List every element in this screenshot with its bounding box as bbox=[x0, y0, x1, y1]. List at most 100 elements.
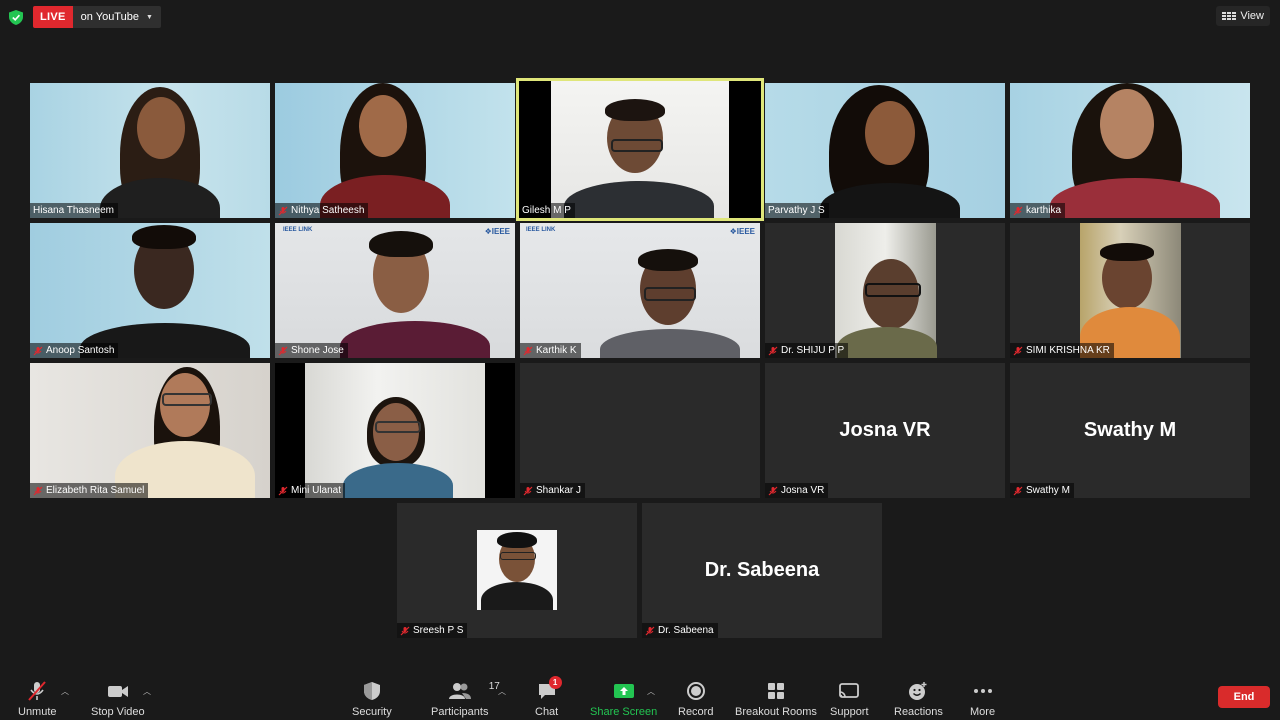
end-meeting-button[interactable]: End bbox=[1218, 686, 1270, 708]
video-tile[interactable]: IEEE LINK ❖IEEE Shone Jose bbox=[275, 223, 515, 358]
unmute-label: Unmute bbox=[18, 706, 57, 718]
mic-muted-icon bbox=[1013, 486, 1023, 495]
participant-name-tag: Shone Jose bbox=[275, 343, 348, 358]
mic-muted-icon bbox=[28, 681, 47, 701]
participant-name: Nithya Satheesh bbox=[291, 205, 365, 216]
participant-name: Dr. Sabeena bbox=[658, 625, 714, 636]
video-tile[interactable]: Hisana Thasneem bbox=[30, 83, 270, 218]
video-tile[interactable]: Mini Ulanat bbox=[275, 363, 515, 498]
glasses bbox=[162, 393, 212, 406]
video-tile[interactable]: Swathy M Swathy M bbox=[1010, 363, 1250, 498]
support-label: Support bbox=[830, 706, 869, 718]
live-badge: LIVE bbox=[33, 6, 73, 28]
participant-display-name: Swathy M bbox=[1083, 419, 1177, 441]
participant-name: SIMI KRISHNA KR bbox=[1026, 345, 1110, 356]
video-tile[interactable]: Parvathy J S bbox=[765, 83, 1005, 218]
participant-name-tag: Josna VR bbox=[765, 483, 829, 498]
video-tile[interactable]: SIMI KRISHNA KR bbox=[1010, 223, 1250, 358]
participant-name-tag: Shankar J bbox=[520, 483, 586, 498]
participant-name-tag: karthika bbox=[1010, 203, 1066, 218]
participant-name: Karthik K bbox=[536, 345, 577, 356]
security-button[interactable]: Security bbox=[352, 680, 392, 718]
participant-name-tag: Karthik K bbox=[520, 343, 581, 358]
record-label: Record bbox=[678, 706, 714, 718]
chevron-up-icon[interactable]: ︿ bbox=[143, 686, 151, 697]
ieee-logo: ❖IEEE bbox=[484, 227, 510, 236]
reactions-smiley-icon bbox=[909, 682, 927, 700]
video-tile[interactable]: Nithya Satheesh bbox=[275, 83, 515, 218]
breakout-rooms-button[interactable]: Breakout Rooms bbox=[735, 680, 817, 718]
participant-name-tag: Sreesh P S bbox=[397, 623, 468, 638]
video-tile[interactable]: Dr. Sabeena Dr. Sabeena bbox=[642, 503, 882, 638]
participant-name: Josna VR bbox=[781, 485, 825, 496]
glasses bbox=[375, 421, 421, 433]
more-dots-icon bbox=[973, 689, 992, 693]
mic-muted-icon bbox=[33, 346, 43, 355]
mic-muted-icon bbox=[278, 486, 288, 495]
mic-muted-icon bbox=[768, 486, 778, 495]
participant-name-tag: SIMI KRISHNA KR bbox=[1010, 343, 1114, 358]
share-screen-icon bbox=[613, 684, 634, 698]
glasses bbox=[865, 283, 921, 297]
participant-name: Gilesh M P bbox=[522, 205, 571, 216]
view-label: View bbox=[1240, 10, 1264, 22]
video-tile[interactable]: IEEE LINK ❖IEEE Karthik K bbox=[520, 223, 760, 358]
mic-muted-icon bbox=[523, 486, 533, 495]
chevron-up-icon[interactable]: ︿ bbox=[498, 686, 506, 697]
mic-muted-icon bbox=[523, 346, 533, 355]
video-tile[interactable]: karthika bbox=[1010, 83, 1250, 218]
participant-name-tag: Anoop Santosh bbox=[30, 343, 119, 358]
live-destination-label: on YouTube bbox=[80, 11, 139, 23]
reactions-button[interactable]: Reactions bbox=[894, 680, 943, 718]
video-camera-icon bbox=[107, 686, 128, 697]
grid-view-icon bbox=[1222, 12, 1237, 20]
more-button[interactable]: More bbox=[970, 680, 995, 718]
chat-unread-badge: 1 bbox=[548, 676, 562, 689]
breakout-rooms-label: Breakout Rooms bbox=[735, 706, 817, 718]
mic-muted-icon bbox=[1013, 346, 1023, 355]
record-button[interactable]: Record bbox=[678, 680, 713, 718]
top-bar: LIVE on YouTube ▼ View bbox=[0, 0, 1280, 34]
security-label: Security bbox=[352, 706, 392, 718]
participant-name-tag: Mini Ulanat bbox=[275, 483, 346, 498]
participant-name-tag: Elizabeth Rita Samuel bbox=[30, 483, 149, 498]
shield-icon bbox=[363, 682, 380, 700]
chevron-down-icon: ▼ bbox=[145, 13, 153, 21]
shield-check-icon[interactable] bbox=[9, 10, 23, 25]
ieee-link-logo: IEEE LINK bbox=[283, 227, 313, 233]
participant-name: Shankar J bbox=[536, 485, 582, 496]
mic-muted-icon bbox=[645, 626, 655, 635]
stop-video-label: Stop Video bbox=[91, 706, 145, 718]
live-stream-indicator[interactable]: LIVE on YouTube ▼ bbox=[33, 6, 161, 28]
profile-picture bbox=[477, 530, 557, 610]
support-button[interactable]: Support bbox=[830, 680, 869, 718]
mic-muted-icon bbox=[1013, 206, 1023, 215]
unmute-button[interactable]: Unmute bbox=[18, 680, 57, 718]
participant-name-tag: Nithya Satheesh bbox=[275, 203, 369, 218]
participant-name-tag: Dr. SHIJU P P bbox=[765, 343, 849, 358]
video-tile[interactable]: Anoop Santosh bbox=[30, 223, 270, 358]
mic-muted-icon bbox=[278, 346, 288, 355]
chevron-up-icon[interactable]: ︿ bbox=[647, 686, 655, 697]
record-icon bbox=[686, 682, 705, 700]
participant-name: Elizabeth Rita Samuel bbox=[46, 485, 145, 496]
video-tile[interactable]: Elizabeth Rita Samuel bbox=[30, 363, 270, 498]
stop-video-button[interactable]: Stop Video bbox=[91, 680, 145, 718]
share-screen-label: Share Screen bbox=[590, 706, 658, 718]
video-tile[interactable]: Dr. SHIJU P P bbox=[765, 223, 1005, 358]
view-button[interactable]: View bbox=[1216, 6, 1270, 26]
participant-display-name: Dr. Sabeena bbox=[704, 559, 820, 581]
participants-label: Participants bbox=[431, 706, 489, 718]
participants-button[interactable]: 17 Participants bbox=[431, 680, 500, 718]
active-speaker-tile[interactable]: Gilesh M P bbox=[516, 78, 764, 221]
participant-name: Hisana Thasneem bbox=[33, 205, 114, 216]
chevron-up-icon[interactable]: ︿ bbox=[61, 686, 69, 697]
video-tile[interactable]: Sreesh P S bbox=[397, 503, 637, 638]
mic-muted-icon bbox=[33, 486, 43, 495]
participant-name: Mini Ulanat bbox=[291, 485, 342, 496]
video-tile[interactable]: Josna VR Josna VR bbox=[765, 363, 1005, 498]
chat-button[interactable]: 1 Chat bbox=[535, 676, 562, 718]
participant-name-tag: Dr. Sabeena bbox=[642, 623, 718, 638]
video-tile[interactable]: Shankar J bbox=[520, 363, 760, 498]
live-destination[interactable]: on YouTube ▼ bbox=[72, 6, 161, 28]
